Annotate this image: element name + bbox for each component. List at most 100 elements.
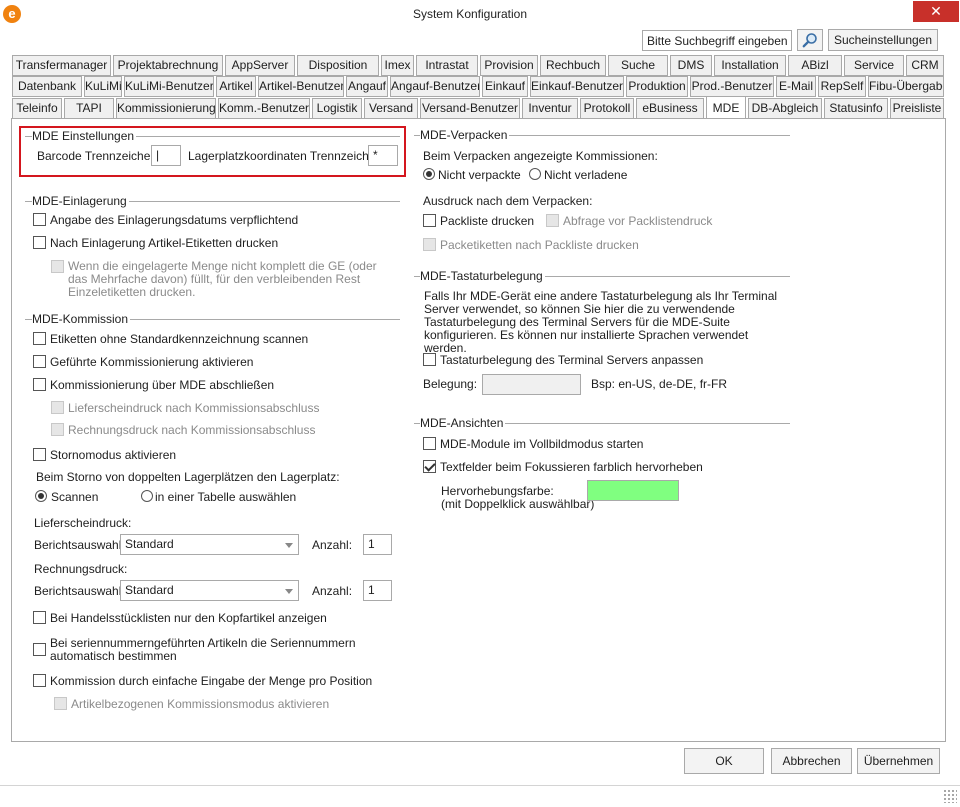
nicht-verpackte-radio[interactable]: [423, 168, 435, 180]
tab-protokoll[interactable]: Protokoll: [580, 98, 634, 119]
tab-appserver[interactable]: AppServer: [225, 55, 295, 76]
tab-inventur[interactable]: Inventur: [522, 98, 578, 119]
berichtsauswahl-label: Berichtsauswahl:: [34, 538, 125, 552]
hervorhebungsfarbe-hint: (mit Doppelklick auswählbar): [441, 497, 595, 511]
tab-rechbuch[interactable]: Rechbuch: [540, 55, 606, 76]
packetiketten-label: Packetiketten nach Packliste drucken: [440, 238, 639, 252]
stornomodus-checkbox[interactable]: [33, 448, 46, 461]
tab-email[interactable]: E-Mail: [776, 76, 816, 97]
lieferschein-bericht-select[interactable]: Standard: [120, 534, 299, 555]
tab-komm-benutzer[interactable]: Komm.-Benutzer: [218, 98, 310, 119]
artikel-etiketten-label: Nach Einlagerung Artikel-Etiketten druck…: [50, 236, 279, 250]
chevron-down-icon: [285, 543, 293, 548]
tab-einkauf[interactable]: Einkauf: [482, 76, 528, 97]
tab-kulimi[interactable]: KuLiMi: [84, 76, 122, 97]
scannen-radio[interactable]: [35, 490, 47, 502]
tab-versand-benutzer[interactable]: Versand-Benutzer: [420, 98, 520, 119]
rechnung-bericht-select[interactable]: Standard: [120, 580, 299, 601]
tab-einkauf-benutzer[interactable]: Einkauf-Benutzer: [530, 76, 624, 97]
einfache-eingabe-checkbox[interactable]: [33, 674, 46, 687]
magnifier-icon: [802, 33, 817, 48]
search-input[interactable]: [642, 30, 792, 51]
tab-artikel-benutzer[interactable]: Artikel-Benutzer: [258, 76, 344, 97]
search-settings-button[interactable]: Sucheinstellungen: [828, 29, 938, 51]
tab-versand[interactable]: Versand: [364, 98, 418, 119]
tab-teleinfo[interactable]: Teleinfo: [12, 98, 62, 119]
lieferschein-anzahl-field[interactable]: 1: [363, 534, 392, 555]
textfelder-hervorheben-checkbox[interactable]: [423, 460, 436, 473]
packetiketten-checkbox[interactable]: [423, 238, 436, 251]
lieferscheindruck-abschluss-checkbox[interactable]: [51, 401, 64, 414]
tab-db-abgleich[interactable]: DB-Abgleich: [748, 98, 822, 119]
handelsstuecklisten-label: Bei Handelsstücklisten nur den Kopfartik…: [50, 611, 327, 625]
gefuehrte-kommissionierung-checkbox[interactable]: [33, 355, 46, 368]
tab-angauf-benutzer[interactable]: Angauf-Benutzer: [390, 76, 480, 97]
close-button[interactable]: ✕: [913, 1, 959, 22]
tastatur-description: Falls Ihr MDE-Gerät eine andere Tastatur…: [424, 289, 778, 355]
tab-preisliste[interactable]: Preisliste: [890, 98, 944, 119]
belegung-example: Bsp: en-US, de-DE, fr-FR: [591, 377, 728, 391]
status-bar: [0, 785, 960, 807]
packliste-checkbox[interactable]: [423, 214, 436, 227]
search-button[interactable]: [797, 29, 823, 51]
stornomodus-label: Stornomodus aktivieren: [50, 448, 177, 462]
seriennummern-checkbox[interactable]: [33, 643, 46, 656]
tab-abizl[interactable]: ABizl: [788, 55, 842, 76]
tab-ebusiness[interactable]: eBusiness: [636, 98, 704, 119]
hervorhebungsfarbe-swatch[interactable]: [587, 480, 679, 501]
tab-service[interactable]: Service: [844, 55, 904, 76]
tab-transfermanager[interactable]: Transfermanager: [12, 55, 111, 76]
artikelbezogen-checkbox[interactable]: [54, 697, 67, 710]
artikel-etiketten-checkbox[interactable]: [33, 236, 46, 249]
lieferscheindruck-abschluss-label: Lieferscheindruck nach Kommissionsabschl…: [68, 401, 320, 415]
tab-disposition[interactable]: Disposition: [297, 55, 379, 76]
tab-intrastat[interactable]: Intrastat: [416, 55, 478, 76]
lagerplatz-separator-field[interactable]: *: [368, 145, 398, 166]
storno-question: Beim Storno von doppelten Lagerplätzen d…: [36, 470, 340, 484]
belegung-field[interactable]: [482, 374, 581, 395]
tab-mde[interactable]: MDE: [706, 96, 746, 119]
tab-tapi[interactable]: TAPI: [64, 98, 114, 119]
tab-fibu-uebergabe[interactable]: Fibu-Übergabe: [868, 76, 944, 97]
einlagerungsdatum-checkbox[interactable]: [33, 213, 46, 226]
lieferscheindruck-title: Lieferscheindruck:: [34, 516, 132, 530]
abfrage-packliste-checkbox[interactable]: [546, 214, 559, 227]
handelsstuecklisten-checkbox[interactable]: [33, 611, 46, 624]
tab-datenbank[interactable]: Datenbank: [12, 76, 82, 97]
groupbox-title-einlagerung: MDE-Einlagerung: [32, 194, 129, 208]
tab-repself[interactable]: RepSelf: [818, 76, 866, 97]
tab-kulimi-benutzer[interactable]: KuLiMi-Benutzer: [124, 76, 214, 97]
tab-crm[interactable]: CRM: [906, 55, 944, 76]
tab-imex[interactable]: Imex: [381, 55, 414, 76]
tab-provision[interactable]: Provision: [480, 55, 538, 76]
etiketten-scannen-checkbox[interactable]: [33, 332, 46, 345]
tab-artikel[interactable]: Artikel: [216, 76, 256, 97]
vollbildmodus-checkbox[interactable]: [423, 437, 436, 450]
tab-suche[interactable]: Suche: [608, 55, 668, 76]
tab-installation[interactable]: Installation: [714, 55, 786, 76]
kommissionierung-abschliessen-checkbox[interactable]: [33, 378, 46, 391]
tastatur-anpassen-checkbox[interactable]: [423, 353, 436, 366]
tab-produktion[interactable]: Produktion: [626, 76, 688, 97]
tab-projektabrechnung[interactable]: Projektabrechnung: [113, 55, 223, 76]
rechnung-anzahl-field[interactable]: 1: [363, 580, 392, 601]
uebernehmen-button[interactable]: Übernehmen: [857, 748, 940, 774]
chevron-down-icon: [285, 589, 293, 594]
rechnungsdruck-abschluss-checkbox[interactable]: [51, 423, 64, 436]
ok-button[interactable]: OK: [684, 748, 764, 774]
resize-grip-icon[interactable]: [943, 789, 957, 803]
abfrage-packliste-label: Abfrage vor Packlistendruck: [563, 214, 713, 228]
window-title: System Konfiguration: [412, 7, 528, 21]
tab-kommissionierung[interactable]: Kommissionierung: [116, 98, 216, 119]
tab-prod-benutzer[interactable]: Prod.-Benutzer: [690, 76, 774, 97]
tabelle-radio[interactable]: [141, 490, 153, 502]
tab-statusinfo[interactable]: Statusinfo: [824, 98, 888, 119]
tab-dms[interactable]: DMS: [670, 55, 712, 76]
nicht-verladene-radio[interactable]: [529, 168, 541, 180]
abbrechen-button[interactable]: Abbrechen: [771, 748, 852, 774]
tab-logistik[interactable]: Logistik: [312, 98, 362, 119]
tab-angauf[interactable]: Angauf: [346, 76, 388, 97]
barcode-separator-field[interactable]: |: [151, 145, 181, 166]
einzeletiketten-checkbox[interactable]: [51, 260, 64, 273]
tabelle-radio-label: in einer Tabelle auswählen: [155, 490, 297, 504]
